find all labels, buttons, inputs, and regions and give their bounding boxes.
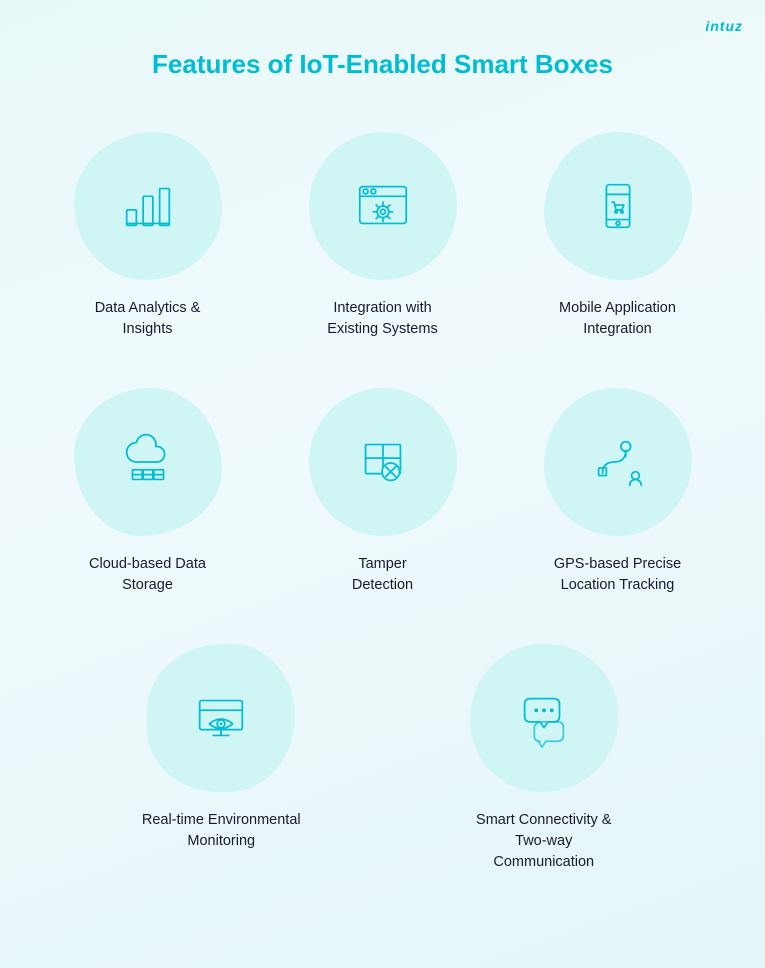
cloud-storage-icon bbox=[117, 431, 179, 493]
feature-cloud-storage: Cloud-based DataStorage bbox=[30, 378, 265, 614]
eye-monitor-icon bbox=[190, 687, 252, 749]
title-prefix: Features of bbox=[152, 49, 299, 79]
feature-data-analytics: Data Analytics &Insights bbox=[30, 122, 265, 358]
label-environmental: Real-time EnvironmentalMonitoring bbox=[142, 810, 301, 852]
feature-mobile-app: Mobile ApplicationIntegration bbox=[500, 122, 735, 358]
icon-blob-environmental bbox=[147, 644, 295, 792]
brand-logo: intuz bbox=[705, 18, 743, 34]
bar-chart-icon bbox=[117, 175, 179, 237]
feature-gps-tracking: GPS-based PreciseLocation Tracking bbox=[500, 378, 735, 614]
feature-environmental: Real-time EnvironmentalMonitoring bbox=[60, 634, 383, 891]
icon-blob-connectivity bbox=[470, 644, 618, 792]
feature-tamper-detection: TamperDetection bbox=[265, 378, 500, 614]
label-cloud-storage: Cloud-based DataStorage bbox=[89, 554, 206, 596]
mobile-cart-icon bbox=[587, 175, 649, 237]
label-connectivity: Smart Connectivity &Two-way Communicatio… bbox=[464, 810, 624, 873]
icon-blob-cloud-storage bbox=[74, 388, 222, 536]
feature-integration: Integration withExisting Systems bbox=[265, 122, 500, 358]
features-row-3: Real-time EnvironmentalMonitoring Smart … bbox=[0, 634, 765, 921]
browser-gear-icon bbox=[352, 175, 414, 237]
gps-icon bbox=[587, 431, 649, 493]
label-mobile-app: Mobile ApplicationIntegration bbox=[559, 298, 676, 340]
label-gps-tracking: GPS-based PreciseLocation Tracking bbox=[554, 554, 681, 596]
icon-blob-gps-tracking bbox=[544, 388, 692, 536]
icon-blob-mobile-app bbox=[544, 132, 692, 280]
label-tamper-detection: TamperDetection bbox=[352, 554, 413, 596]
page-title: Features of IoT-Enabled Smart Boxes bbox=[0, 0, 765, 92]
icon-blob-integration bbox=[309, 132, 457, 280]
chat-icon bbox=[513, 687, 575, 749]
label-integration: Integration withExisting Systems bbox=[327, 298, 437, 340]
features-row-1: Data Analytics &Insights bbox=[0, 92, 765, 378]
tamper-icon bbox=[352, 431, 414, 493]
icon-blob-data-analytics bbox=[74, 132, 222, 280]
label-data-analytics: Data Analytics &Insights bbox=[95, 298, 201, 340]
icon-blob-tamper-detection bbox=[309, 388, 457, 536]
feature-connectivity: Smart Connectivity &Two-way Communicatio… bbox=[383, 634, 706, 891]
features-row-2: Cloud-based DataStorage TamperDetection bbox=[0, 378, 765, 634]
title-highlight: IoT-Enabled Smart Boxes bbox=[299, 49, 613, 79]
